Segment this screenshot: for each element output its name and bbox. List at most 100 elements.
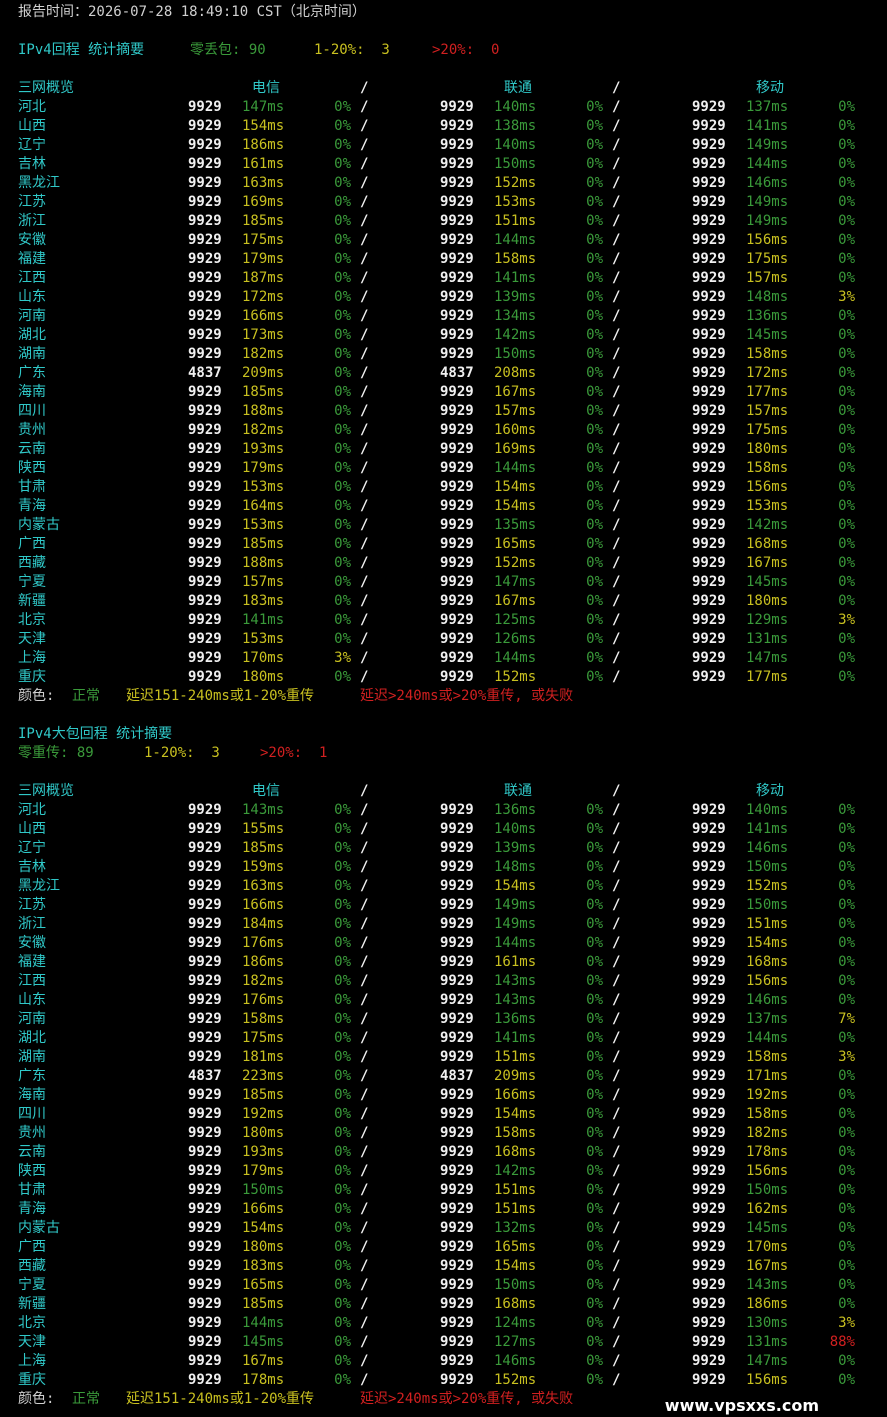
loss-rate: 0%	[334, 1277, 351, 1293]
latency: 186ms	[746, 1296, 789, 1312]
region-name: 青海	[18, 498, 46, 514]
column-header-unicom: 联通	[504, 80, 532, 96]
column-separator: /	[612, 118, 621, 134]
asn: 9929	[692, 802, 726, 818]
latency: 154ms	[494, 1258, 537, 1274]
asn: 9929	[188, 1182, 222, 1198]
column-separator: /	[612, 1163, 621, 1179]
region-name: 甘肃	[18, 1182, 46, 1198]
latency: 153ms	[746, 498, 789, 514]
asn: 9929	[440, 479, 474, 495]
latency: 180ms	[242, 1239, 285, 1255]
loss-rate: 0%	[334, 213, 351, 229]
region-name: 云南	[18, 1144, 46, 1160]
loss-rate: 0%	[838, 308, 855, 324]
latency: 209ms	[242, 365, 285, 381]
column-separator: /	[612, 327, 621, 343]
asn: 9929	[188, 1258, 222, 1274]
asn: 9929	[440, 1315, 474, 1331]
latency: 147ms	[746, 1353, 789, 1369]
column-separator: /	[360, 99, 369, 115]
region-name: 北京	[18, 1315, 46, 1331]
latency: 172ms	[746, 365, 789, 381]
asn: 9929	[692, 1277, 726, 1293]
latency: 180ms	[242, 669, 285, 685]
loss-rate: 0%	[334, 1182, 351, 1198]
column-separator: /	[612, 612, 621, 628]
asn: 9929	[692, 270, 726, 286]
loss-rate: 0%	[838, 1030, 855, 1046]
latency: 177ms	[746, 669, 789, 685]
latency: 153ms	[242, 479, 285, 495]
loss-rate: 0%	[334, 270, 351, 286]
column-separator: /	[612, 973, 621, 989]
column-separator: /	[360, 555, 369, 571]
asn: 9929	[188, 1220, 222, 1236]
loss-rate: 0%	[838, 422, 855, 438]
asn: 9929	[440, 498, 474, 514]
asn: 9929	[692, 99, 726, 115]
latency: 135ms	[494, 517, 537, 533]
latency: 136ms	[746, 308, 789, 324]
table-row: 湖南 9929 182ms 0% / 9929 150ms 0% / 9929 158ms 0%	[0, 345, 887, 364]
column-header-telecom: 电信	[252, 80, 280, 96]
asn: 9929	[440, 1049, 474, 1065]
column-separator: /	[612, 650, 621, 666]
table-row: 黑龙江 9929 163ms 0% / 9929 154ms 0% / 9929 152ms 0%	[0, 877, 887, 896]
loss-rate: 0%	[586, 1182, 603, 1198]
asn: 9929	[692, 232, 726, 248]
table-row: 江西 9929 187ms 0% / 9929 141ms 0% / 9929 157ms 0%	[0, 269, 887, 288]
column-separator: /	[612, 1068, 621, 1084]
loss-rate: 0%	[586, 460, 603, 476]
column-separator: /	[360, 593, 369, 609]
loss-rate: 0%	[838, 536, 855, 552]
column-separator: /	[612, 536, 621, 552]
loss-rate: 0%	[838, 631, 855, 647]
table-row: 西藏 9929 188ms 0% / 9929 152ms 0% / 9929 167ms 0%	[0, 554, 887, 573]
column-separator: /	[360, 1315, 369, 1331]
loss-rate: 0%	[334, 517, 351, 533]
latency: 167ms	[746, 1258, 789, 1274]
asn: 9929	[440, 1011, 474, 1027]
column-separator: /	[612, 1144, 621, 1160]
latency: 168ms	[746, 536, 789, 552]
asn: 9929	[188, 631, 222, 647]
region-name: 湖南	[18, 346, 46, 362]
loss-rate: 0%	[838, 498, 855, 514]
asn: 9929	[188, 1049, 222, 1065]
latency: 151ms	[494, 1182, 537, 1198]
column-separator: /	[612, 1182, 621, 1198]
asn: 9929	[188, 536, 222, 552]
loss-rate: 0%	[586, 916, 603, 932]
latency: 126ms	[494, 631, 537, 647]
region-name: 宁夏	[18, 1277, 46, 1293]
summary-item: 零重传: 89	[18, 745, 94, 761]
loss-rate: 3%	[838, 1315, 855, 1331]
loss-rate: 0%	[334, 859, 351, 875]
asn: 9929	[440, 1258, 474, 1274]
latency: 158ms	[494, 251, 537, 267]
table-row: 北京 9929 144ms 0% / 9929 124ms 0% / 9929 130ms 3%	[0, 1314, 887, 1333]
asn: 9929	[692, 859, 726, 875]
latency: 188ms	[242, 403, 285, 419]
asn: 9929	[692, 1372, 726, 1388]
region-name: 湖北	[18, 327, 46, 343]
latency: 148ms	[494, 859, 537, 875]
asn: 9929	[440, 574, 474, 590]
asn: 9929	[692, 555, 726, 571]
column-separator: /	[360, 1144, 369, 1160]
latency: 136ms	[494, 1011, 537, 1027]
column-separator: /	[360, 384, 369, 400]
loss-rate: 0%	[586, 270, 603, 286]
summary-title: IPv4大包回程 统计摘要	[18, 726, 173, 742]
loss-rate: 0%	[838, 1277, 855, 1293]
column-separator: /	[360, 935, 369, 951]
column-header-mobile: 移动	[756, 783, 784, 799]
latency: 141ms	[494, 1030, 537, 1046]
latency: 152ms	[494, 175, 537, 191]
column-separator: /	[612, 346, 621, 362]
region-name: 吉林	[18, 859, 46, 875]
latency: 124ms	[494, 1315, 537, 1331]
table-row: 江西 9929 182ms 0% / 9929 143ms 0% / 9929 156ms 0%	[0, 972, 887, 991]
legend-item: 正常	[72, 688, 100, 704]
